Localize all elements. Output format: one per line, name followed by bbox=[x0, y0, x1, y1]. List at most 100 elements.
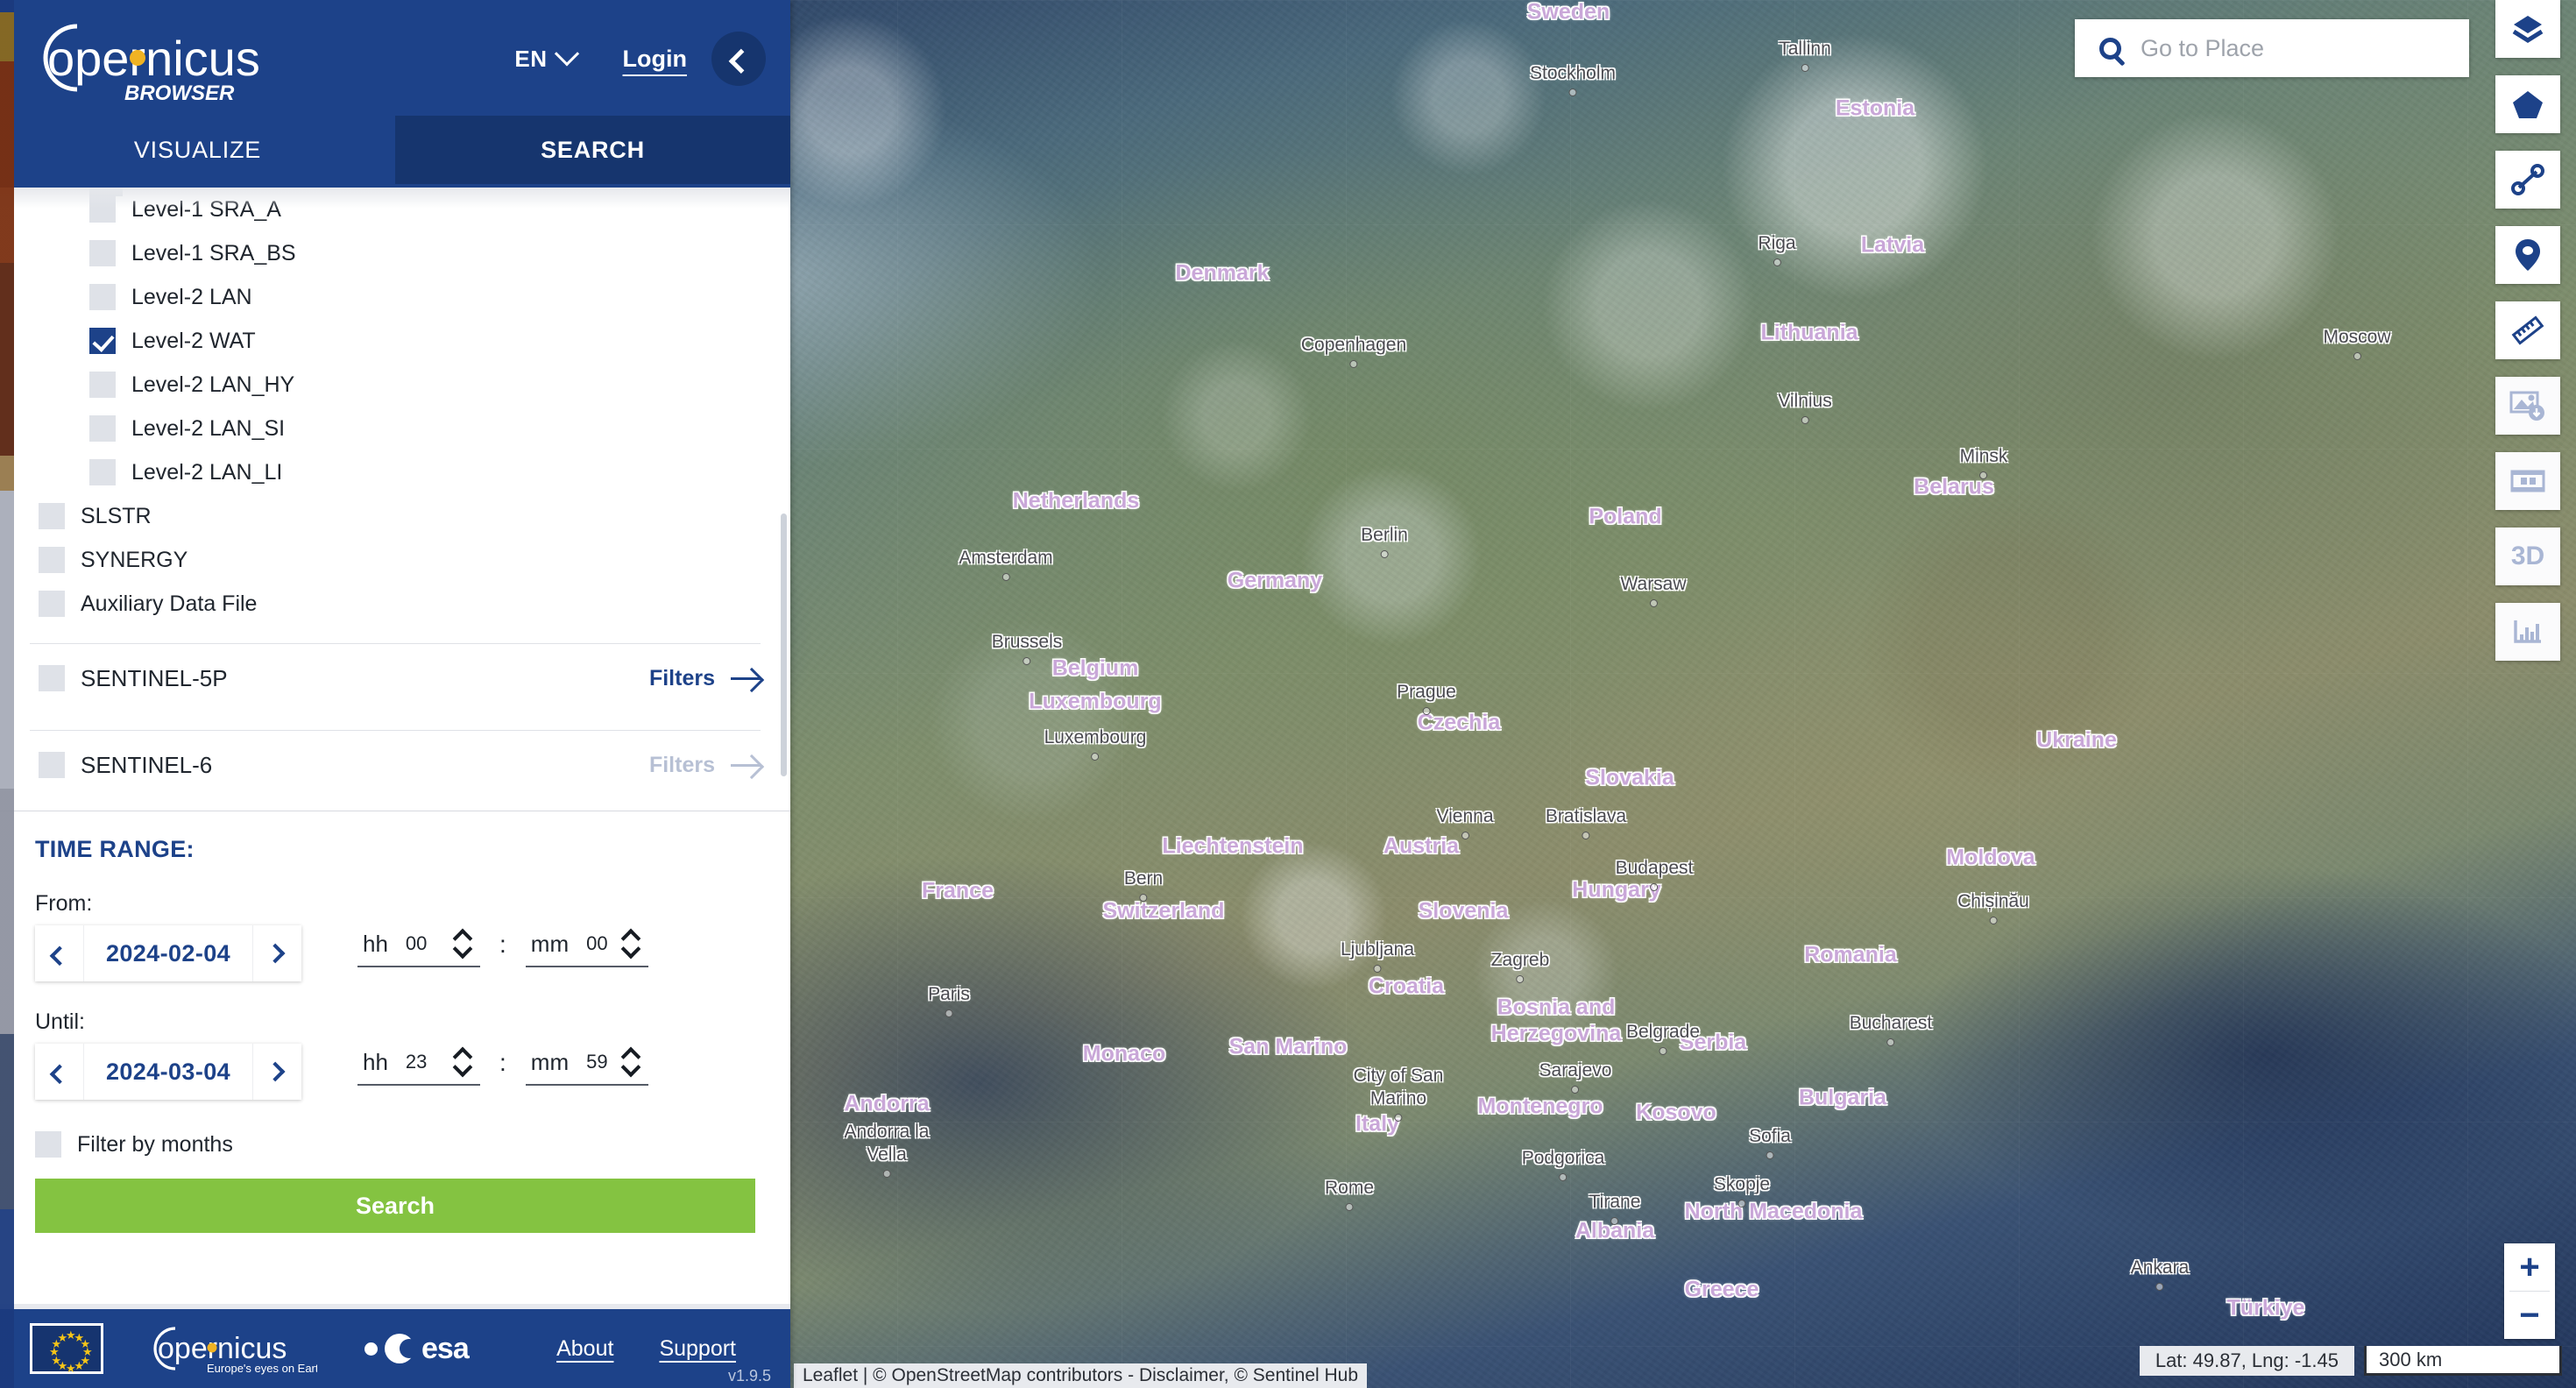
footer-links: About Support bbox=[556, 1336, 736, 1362]
datasource-checkbox[interactable] bbox=[39, 547, 65, 573]
until-date-picker[interactable]: 2024-03-04 bbox=[35, 1044, 301, 1100]
svg-text:opernicus: opernicus bbox=[47, 31, 260, 86]
datasource-item[interactable]: Level-2 LAN_HY bbox=[0, 363, 790, 407]
minute-stepper[interactable] bbox=[620, 928, 643, 960]
datasource-item[interactable]: Level-2 LAN_SI bbox=[0, 407, 790, 450]
time-range-title: TIME RANGE: bbox=[35, 836, 195, 862]
minute-value: 00 bbox=[586, 932, 608, 954]
datasource-checkbox[interactable] bbox=[89, 415, 116, 442]
esa-label: esa bbox=[421, 1331, 470, 1365]
filter-by-months-label: Filter by months bbox=[77, 1131, 233, 1157]
satellite-checkbox[interactable] bbox=[39, 665, 65, 691]
version-label: v1.9.5 bbox=[727, 1367, 771, 1384]
from-minute-field[interactable]: mm 00 bbox=[525, 928, 648, 967]
hour-placeholder: hh bbox=[363, 1048, 388, 1075]
support-link[interactable]: Support bbox=[659, 1336, 736, 1362]
login-link[interactable]: Login bbox=[623, 46, 687, 73]
datasource-item[interactable]: Level-1 SRA_BS bbox=[0, 231, 790, 275]
until-prev-day-button[interactable] bbox=[35, 1044, 84, 1100]
datasource-item[interactable]: SLSTR bbox=[0, 494, 790, 538]
map-attribution[interactable]: Leaflet | © OpenStreetMap contributors -… bbox=[794, 1363, 1368, 1388]
datasource-checkbox[interactable] bbox=[39, 503, 65, 529]
until-next-day-button[interactable] bbox=[252, 1044, 301, 1100]
about-link[interactable]: About bbox=[556, 1336, 613, 1362]
time-range-section: TIME RANGE: From: 2024-02-04 hh 00 : mm … bbox=[0, 811, 790, 1304]
svg-text:opernicus: opernicus bbox=[158, 1332, 287, 1365]
datasource-checkbox[interactable] bbox=[39, 591, 65, 617]
map-marker-icon[interactable] bbox=[2495, 226, 2560, 284]
minute-placeholder: mm bbox=[530, 1048, 570, 1075]
copernicus-browser-app: Sweden Estonia Latvia Denmark Lithuania Belar… bbox=[0, 0, 2576, 1388]
from-prev-day-button[interactable] bbox=[35, 925, 84, 981]
eu-star: ★ bbox=[57, 1330, 68, 1344]
satellite-checkbox[interactable] bbox=[39, 752, 65, 778]
svg-text:BROWSER: BROWSER bbox=[124, 81, 235, 105]
language-selector[interactable]: EN bbox=[514, 41, 579, 73]
search-button[interactable]: Search bbox=[35, 1179, 755, 1233]
tab-visualize[interactable]: VISUALIZE bbox=[0, 116, 395, 184]
until-time-inputs: hh 23 : mm 59 bbox=[357, 1044, 648, 1086]
time-separator: : bbox=[499, 931, 506, 958]
datasource-label: SLSTR bbox=[81, 503, 152, 528]
satellite-row[interactable]: SENTINEL-6 Filters bbox=[0, 731, 790, 799]
layers-icon[interactable] bbox=[2495, 0, 2560, 58]
ruler-measure-icon[interactable] bbox=[2495, 301, 2560, 359]
search-icon bbox=[2099, 37, 2121, 60]
esa-dot bbox=[364, 1342, 378, 1356]
sidebar-footer: ★ ★ ★ ★ ★ ★ ★ ★ ★ ★ ★ ★ opernicus Europe's eyes on … bbox=[0, 1304, 790, 1388]
datasource-checkbox[interactable] bbox=[89, 284, 116, 310]
tab-search[interactable]: SEARCH bbox=[395, 116, 790, 184]
satellite-row[interactable]: SENTINEL-5P Filters bbox=[0, 644, 790, 712]
filter-by-months-checkbox[interactable] bbox=[35, 1131, 61, 1158]
datasource-scroll-area[interactable]: Level-1 SRA_A Level-1 SRA_BS Level-2 LAN Le… bbox=[0, 188, 790, 811]
datasource-checkbox[interactable] bbox=[89, 240, 116, 266]
datasource-item[interactable]: Level-2 WAT bbox=[0, 319, 790, 363]
collapse-panel-button[interactable] bbox=[711, 32, 766, 86]
eu-flag-icon: ★ ★ ★ ★ ★ ★ ★ ★ ★ ★ ★ ★ bbox=[30, 1323, 103, 1374]
zoom-out-button[interactable]: − bbox=[2504, 1292, 2555, 1339]
from-hour-field[interactable]: hh 00 bbox=[357, 928, 480, 967]
datasource-checkbox[interactable] bbox=[89, 372, 116, 398]
copernicus-footer-logo: opernicus Europe's eyes on Earth bbox=[142, 1321, 325, 1376]
filters-label: Filters bbox=[648, 752, 715, 777]
scroll-fade bbox=[0, 188, 790, 209]
scrollbar-thumb[interactable] bbox=[781, 513, 787, 776]
minute-stepper[interactable] bbox=[620, 1046, 643, 1078]
arrow-right-icon bbox=[731, 763, 761, 767]
sidebar-scrollbar[interactable] bbox=[781, 188, 787, 811]
zoom-in-button[interactable]: + bbox=[2504, 1243, 2555, 1291]
map-tool-rail: 3D bbox=[2495, 0, 2560, 678]
hour-stepper[interactable] bbox=[452, 928, 475, 960]
esa-moon-icon bbox=[385, 1334, 419, 1363]
datasource-item[interactable]: Auxiliary Data File bbox=[0, 582, 790, 626]
from-date-picker[interactable]: 2024-02-04 bbox=[35, 925, 301, 981]
minute-value: 59 bbox=[586, 1051, 608, 1073]
datasource-item[interactable]: Level-2 LAN_LI bbox=[0, 450, 790, 494]
datasource-checkbox[interactable] bbox=[89, 459, 116, 485]
polygon-icon[interactable] bbox=[2495, 75, 2560, 133]
from-date-value[interactable]: 2024-02-04 bbox=[84, 925, 252, 981]
hour-value: 00 bbox=[405, 932, 428, 954]
header-controls: EN Login bbox=[514, 32, 766, 86]
filters-link[interactable]: Filters bbox=[649, 666, 761, 691]
until-label: Until: bbox=[35, 1009, 85, 1034]
until-minute-field[interactable]: mm 59 bbox=[525, 1046, 648, 1086]
datasource-item[interactable]: SYNERGY bbox=[0, 538, 790, 582]
from-next-day-button[interactable] bbox=[252, 925, 301, 981]
filter-by-months-row[interactable]: Filter by months bbox=[35, 1131, 755, 1158]
until-date-value[interactable]: 2024-03-04 bbox=[84, 1044, 252, 1100]
chevron-right-icon bbox=[265, 1061, 285, 1082]
hour-stepper[interactable] bbox=[452, 1046, 475, 1078]
go-to-place-search[interactable] bbox=[2075, 19, 2469, 77]
line-path-icon[interactable] bbox=[2495, 151, 2560, 209]
copernicus-tagline: Europe's eyes on Earth bbox=[207, 1362, 317, 1375]
datasource-label: Level-2 LAN_SI bbox=[131, 415, 286, 441]
histogram-statistics-icon bbox=[2495, 603, 2560, 661]
copernicus-logo: opernicus BROWSER bbox=[23, 14, 294, 105]
datasource-label: Auxiliary Data File bbox=[81, 591, 258, 616]
datasource-item[interactable]: Level-2 LAN bbox=[0, 275, 790, 319]
search-input[interactable] bbox=[2141, 34, 2430, 62]
hour-placeholder: hh bbox=[363, 930, 388, 957]
until-hour-field[interactable]: hh 23 bbox=[357, 1046, 480, 1086]
datasource-checkbox[interactable] bbox=[89, 328, 116, 354]
